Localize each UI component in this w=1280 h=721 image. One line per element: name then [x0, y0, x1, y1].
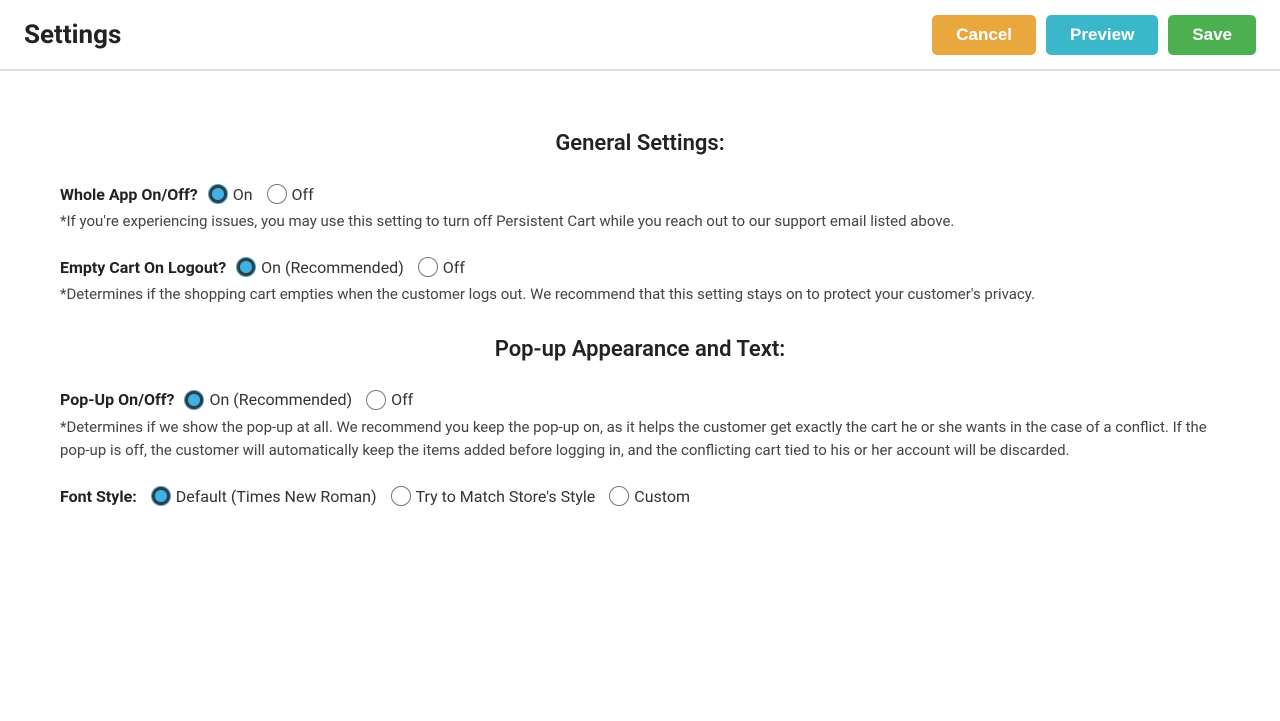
cancel-button[interactable]: Cancel — [932, 15, 1036, 55]
whole-app-on-option[interactable]: On — [208, 184, 253, 204]
popup-on-label: On (Recommended) — [209, 390, 352, 409]
popup-off-label: Off — [391, 390, 413, 409]
whole-app-off-label: Off — [292, 185, 314, 204]
popup-off-option[interactable]: Off — [366, 390, 413, 410]
empty-cart-setting: Empty Cart On Logout? On (Recommended) O… — [60, 257, 1220, 306]
header: Settings Cancel Preview Save — [0, 0, 1280, 70]
preview-button[interactable]: Preview — [1046, 15, 1158, 55]
font-custom-label: Custom — [634, 487, 690, 506]
popup-onoff-radio-group: On (Recommended) Off — [184, 390, 413, 410]
empty-cart-off-option[interactable]: Off — [418, 257, 465, 277]
whole-app-radio-group: On Off — [208, 184, 314, 204]
font-style-label-row: Font Style: Default (Times New Roman) Tr… — [60, 486, 1220, 506]
empty-cart-label-row: Empty Cart On Logout? On (Recommended) O… — [60, 257, 1220, 277]
whole-app-on-radio[interactable] — [208, 184, 228, 204]
font-default-radio[interactable] — [151, 486, 171, 506]
header-buttons: Cancel Preview Save — [932, 15, 1256, 55]
font-style-setting: Font Style: Default (Times New Roman) Tr… — [60, 486, 1220, 506]
popup-onoff-label: Pop-Up On/Off? — [60, 390, 174, 409]
empty-cart-label: Empty Cart On Logout? — [60, 258, 226, 277]
whole-app-setting: Whole App On/Off? On Off *If you're expe… — [60, 184, 1220, 233]
main-content: General Settings: Whole App On/Off? On O… — [0, 71, 1280, 721]
save-button[interactable]: Save — [1168, 15, 1256, 55]
empty-cart-on-label: On (Recommended) — [261, 258, 404, 277]
general-settings-title: General Settings: — [60, 131, 1220, 156]
popup-onoff-setting: Pop-Up On/Off? On (Recommended) Off *Det… — [60, 390, 1220, 463]
popup-on-option[interactable]: On (Recommended) — [184, 390, 352, 410]
popup-settings-section: Pop-up Appearance and Text: Pop-Up On/Of… — [60, 337, 1220, 507]
font-match-radio[interactable] — [391, 486, 411, 506]
popup-onoff-note: *Determines if we show the pop-up at all… — [60, 416, 1220, 463]
empty-cart-off-radio[interactable] — [418, 257, 438, 277]
whole-app-label-row: Whole App On/Off? On Off — [60, 184, 1220, 204]
font-style-label: Font Style: — [60, 487, 137, 506]
whole-app-off-radio[interactable] — [267, 184, 287, 204]
font-default-option[interactable]: Default (Times New Roman) — [151, 486, 377, 506]
whole-app-on-label: On — [233, 185, 253, 204]
font-match-option[interactable]: Try to Match Store's Style — [391, 486, 596, 506]
general-settings-section: General Settings: Whole App On/Off? On O… — [60, 131, 1220, 307]
popup-settings-title: Pop-up Appearance and Text: — [60, 337, 1220, 362]
whole-app-note: *If you're experiencing issues, you may … — [60, 210, 1220, 233]
font-custom-option[interactable]: Custom — [609, 486, 690, 506]
font-match-label: Try to Match Store's Style — [416, 487, 596, 506]
empty-cart-on-radio[interactable] — [236, 257, 256, 277]
empty-cart-radio-group: On (Recommended) Off — [236, 257, 465, 277]
font-default-label: Default (Times New Roman) — [176, 487, 377, 506]
whole-app-label: Whole App On/Off? — [60, 185, 198, 204]
popup-onoff-label-row: Pop-Up On/Off? On (Recommended) Off — [60, 390, 1220, 410]
empty-cart-on-option[interactable]: On (Recommended) — [236, 257, 404, 277]
popup-off-radio[interactable] — [366, 390, 386, 410]
popup-on-radio[interactable] — [184, 390, 204, 410]
whole-app-off-option[interactable]: Off — [267, 184, 314, 204]
page-title: Settings — [24, 20, 121, 50]
empty-cart-note: *Determines if the shopping cart empties… — [60, 283, 1220, 306]
empty-cart-off-label: Off — [443, 258, 465, 277]
font-custom-radio[interactable] — [609, 486, 629, 506]
